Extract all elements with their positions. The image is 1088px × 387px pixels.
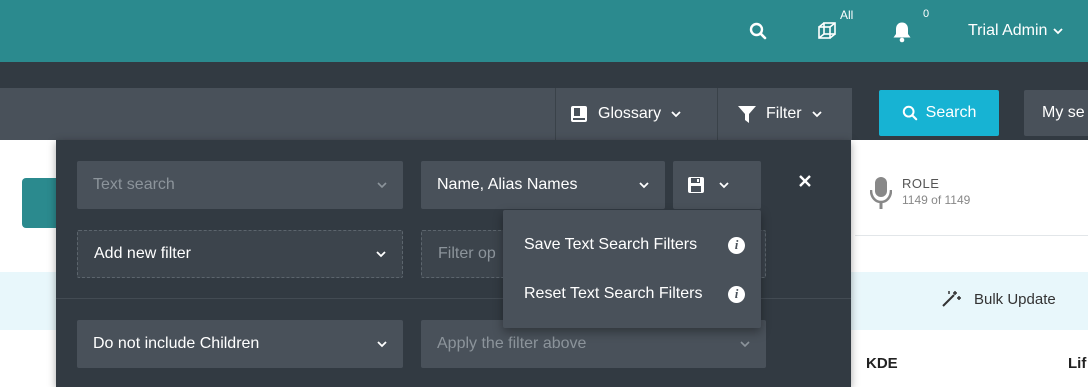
- main-search-input[interactable]: [0, 88, 555, 140]
- top-navigation-bar: All 0 Trial Admin: [0, 0, 1088, 62]
- column-header-kde[interactable]: KDE: [866, 355, 898, 372]
- save-filters-dropdown-button[interactable]: [673, 161, 761, 209]
- bulk-update-button[interactable]: Bulk Update: [940, 290, 1056, 308]
- search-icon: [902, 105, 917, 121]
- search-button[interactable]: Search: [879, 90, 999, 136]
- tenant-badge: All: [840, 8, 854, 22]
- floppy-disk-save-icon: [688, 177, 704, 193]
- save-filters-menu: Save Text Search Filters i Reset Text Se…: [503, 210, 761, 328]
- info-icon[interactable]: i: [728, 285, 745, 303]
- chevron-down-icon: [811, 110, 822, 117]
- close-icon: [799, 175, 811, 187]
- notification-count-badge: 0: [923, 8, 930, 20]
- role-title: ROLE: [902, 176, 940, 191]
- glossary-label: Glossary: [598, 105, 662, 122]
- chevron-down-icon: [1053, 27, 1064, 34]
- search-bar: Glossary Filter Search My se: [0, 88, 1088, 140]
- chevron-down-icon: [377, 340, 387, 347]
- filter-dropdown-button[interactable]: Filter: [717, 88, 852, 140]
- magic-wand-icon: [942, 291, 961, 307]
- sub-navigation-bar: [0, 62, 1088, 88]
- user-menu[interactable]: Trial Admin: [968, 22, 1064, 40]
- microphone-icon: [870, 177, 892, 209]
- filter-funnel-icon: [738, 105, 756, 123]
- role-count: 1149 of 1149: [902, 193, 971, 207]
- filter-label: Filter: [766, 105, 802, 122]
- close-panel-button[interactable]: [798, 174, 812, 188]
- text-search-input[interactable]: Text search: [77, 161, 403, 209]
- include-children-select[interactable]: Do not include Children: [77, 320, 403, 368]
- chevron-down-icon: [671, 110, 681, 117]
- add-new-filter-select[interactable]: Add new filter: [77, 230, 403, 278]
- menu-item-save-text-search-filters[interactable]: Save Text Search Filters i: [503, 224, 761, 266]
- chevron-down-icon: [377, 181, 387, 188]
- tenant-cube-icon[interactable]: [817, 21, 837, 41]
- role-summary-card[interactable]: ROLE 1149 of 1149: [870, 176, 970, 210]
- search-fields-select[interactable]: Name, Alias Names: [421, 161, 665, 209]
- global-search-icon[interactable]: [749, 22, 767, 40]
- divider: [855, 235, 1088, 236]
- chevron-down-icon: [719, 181, 729, 188]
- user-name: Trial Admin: [968, 22, 1048, 39]
- chevron-down-icon: [376, 250, 386, 257]
- my-searches-label: My se: [1042, 104, 1085, 121]
- book-icon: [571, 106, 587, 122]
- column-header-lifecycle[interactable]: Lif: [1068, 355, 1086, 372]
- search-label: Search: [925, 104, 977, 121]
- bulk-update-label: Bulk Update: [974, 290, 1056, 308]
- menu-item-reset-text-search-filters[interactable]: Reset Text Search Filters i: [503, 273, 761, 315]
- chevron-down-icon: [639, 181, 649, 188]
- glossary-dropdown-button[interactable]: Glossary: [555, 88, 717, 140]
- info-icon[interactable]: i: [728, 236, 745, 254]
- chevron-down-icon: [740, 340, 750, 347]
- my-searches-button[interactable]: My se: [1024, 90, 1088, 136]
- notification-bell-icon[interactable]: [892, 21, 912, 43]
